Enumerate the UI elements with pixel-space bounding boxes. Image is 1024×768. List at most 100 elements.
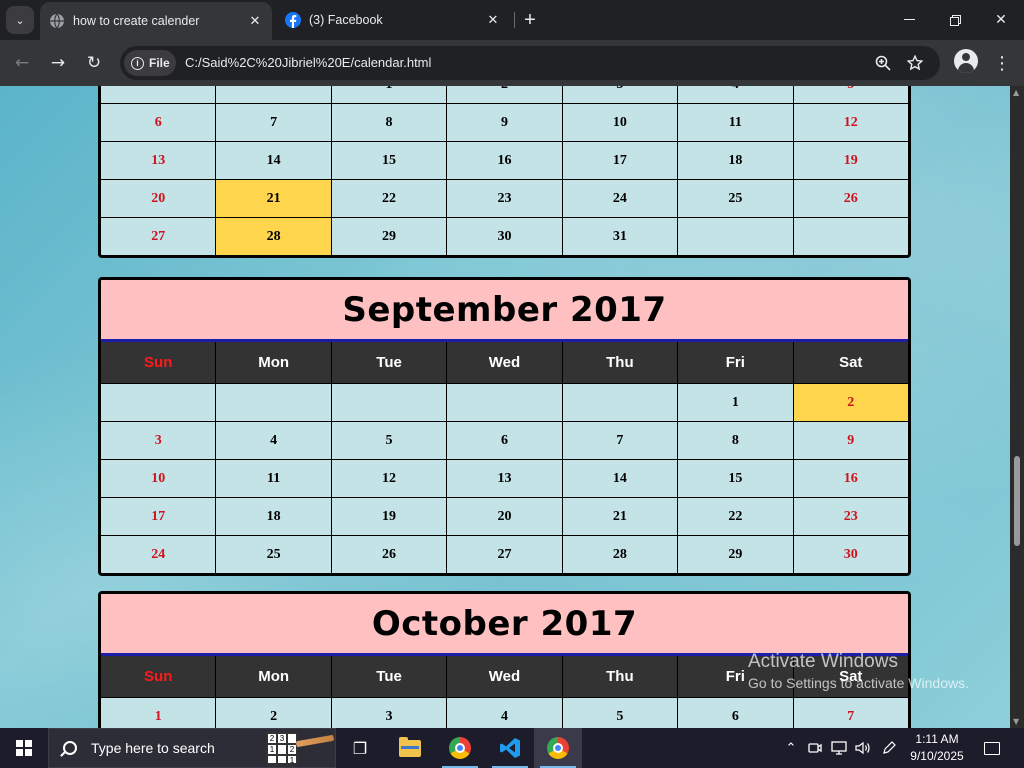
day-cell: 13 (101, 142, 217, 179)
back-button[interactable]: ← (8, 49, 36, 77)
show-hidden-icons-chevron[interactable]: ⌃ (780, 728, 802, 768)
day-cell: 5 (563, 698, 679, 728)
day-cell: 13 (447, 460, 563, 497)
day-cell: 26 (332, 536, 448, 573)
day-cell: 8 (678, 422, 794, 459)
volume-icon[interactable] (852, 728, 874, 768)
address-bar[interactable]: i File C:/Said%2C%20Jibriel%20E/calendar… (120, 46, 940, 80)
chrome-icon (547, 737, 569, 759)
start-button[interactable] (0, 728, 48, 768)
scroll-down-arrow-icon[interactable]: ▼ (1013, 717, 1019, 726)
day-cell: 26 (843, 190, 858, 206)
minimize-button[interactable] (886, 0, 932, 40)
day-cell: 7 (847, 708, 855, 724)
day-cell: 23 (447, 180, 563, 217)
bookmark-star-icon[interactable] (904, 52, 926, 74)
url-text[interactable]: C:/Said%2C%20Jibriel%20E/calendar.html (185, 55, 431, 70)
site-info-chip[interactable]: i File (124, 50, 176, 76)
day-cell: 1 (101, 698, 217, 728)
tab-facebook[interactable]: (3) Facebook ✕ (276, 0, 510, 40)
day-cell: 1 (332, 86, 448, 103)
watermark-line1: Activate Windows (748, 651, 898, 672)
taskbar-file-explorer[interactable] (386, 728, 434, 768)
close-tab-icon[interactable]: ✕ (482, 9, 504, 31)
meet-now-icon[interactable] (804, 728, 826, 768)
tab-search-button[interactable]: ⌄ (6, 6, 34, 34)
clock-date: 9/10/2025 (910, 749, 964, 763)
site-chip-label: File (149, 56, 170, 70)
task-view-button[interactable]: ❐ (336, 728, 384, 768)
profile-avatar[interactable] (954, 49, 978, 73)
tab-calendar[interactable]: how to create calender ✕ (40, 2, 272, 40)
day-cell (794, 218, 908, 255)
day-cell: 7 (216, 104, 332, 141)
day-cell: 17 (101, 498, 217, 535)
pen-workspace-icon[interactable] (878, 728, 900, 768)
sudoku-cell: 1 (287, 755, 297, 766)
tab-title: how to create calender (73, 14, 200, 28)
day-cell: 12 (843, 114, 858, 130)
day-cell: 21 (563, 498, 679, 535)
folder-icon (399, 736, 421, 757)
taskbar-chrome[interactable] (436, 728, 484, 768)
day-cell: 31 (563, 218, 679, 255)
sudoku-cell: 3 (277, 733, 287, 744)
weekday-label: Wed (447, 656, 563, 697)
weekday-label: Tue (332, 342, 448, 383)
network-icon[interactable] (828, 728, 850, 768)
day-cell (447, 384, 563, 421)
week-row: 6 7 8 9 10 11 12 (101, 103, 908, 141)
day-cell: 3 (563, 86, 679, 103)
day-cell (678, 218, 794, 255)
day-cell: 24 (101, 536, 217, 573)
close-tab-icon[interactable]: ✕ (244, 10, 266, 32)
day-cell: 4 (678, 86, 794, 103)
system-clock[interactable]: 1:11 AM 9/10/2025 (904, 731, 970, 765)
day-cell: 15 (332, 142, 448, 179)
taskbar-chrome-active[interactable] (534, 728, 582, 768)
week-row: 17 18 19 20 21 22 23 (101, 497, 908, 535)
day-cell: 30 (843, 546, 858, 562)
restore-button[interactable] (932, 0, 978, 40)
day-cell: 3 (332, 698, 448, 728)
watermark-line2: Go to Settings to activate Windows. (748, 675, 969, 691)
weekday-label: Sat (839, 354, 863, 371)
new-tab-button[interactable]: + (518, 8, 542, 32)
day-cell: 23 (843, 508, 858, 524)
tab-title: (3) Facebook (309, 13, 383, 27)
notification-center-button[interactable] (980, 728, 1004, 768)
facebook-icon (285, 12, 301, 28)
day-cell: 17 (563, 142, 679, 179)
day-cell: 5 (332, 422, 448, 459)
weekday-label: Thu (563, 656, 679, 697)
week-row: 20 21 22 23 24 25 26 (101, 179, 908, 217)
browser-toolbar: ← → ↻ i File C:/Said%2C%20Jibriel%20E/ca… (0, 40, 1024, 86)
week-row: 24 25 26 27 28 29 30 (101, 535, 908, 573)
day-cell: 18 (678, 142, 794, 179)
day-cell (101, 86, 217, 103)
weekday-label: Sun (101, 342, 217, 383)
week-row: 345678 9 (101, 421, 908, 459)
sudoku-search-highlight-icon[interactable]: 23121 (266, 732, 298, 766)
windows-logo-icon (16, 740, 32, 756)
close-window-button[interactable]: ✕ (978, 0, 1024, 40)
taskbar-vscode[interactable] (486, 728, 534, 768)
calendar-september-2017: September 2017 Sun Mon Tue Wed Thu Fri Sat 1 2 3 4… (98, 277, 911, 576)
week-row: 12345 (101, 86, 908, 103)
day-cell: 5 (794, 86, 908, 103)
week-row: 27 28 29 30 31 (101, 217, 908, 255)
reload-button[interactable]: ↻ (80, 49, 108, 77)
scroll-thumb[interactable] (1014, 456, 1020, 546)
zoom-icon[interactable] (872, 52, 894, 74)
tab-strip: ⌄ how to create calender ✕ (3) Facebook … (0, 0, 1024, 40)
tab-separator (514, 12, 515, 28)
search-placeholder: Type here to search (91, 740, 215, 756)
sudoku-cell: 1 (267, 744, 277, 755)
scroll-up-arrow-icon[interactable]: ▲ (1013, 88, 1019, 97)
weekday-label: Fri (678, 342, 794, 383)
more-menu-icon[interactable]: ⋮ (992, 49, 1012, 77)
forward-button[interactable]: → (44, 49, 72, 77)
day-cell: 21 (216, 180, 332, 217)
day-cell: 4 (447, 698, 563, 728)
page-scrollbar[interactable]: ▲ ▼ (1010, 86, 1024, 728)
